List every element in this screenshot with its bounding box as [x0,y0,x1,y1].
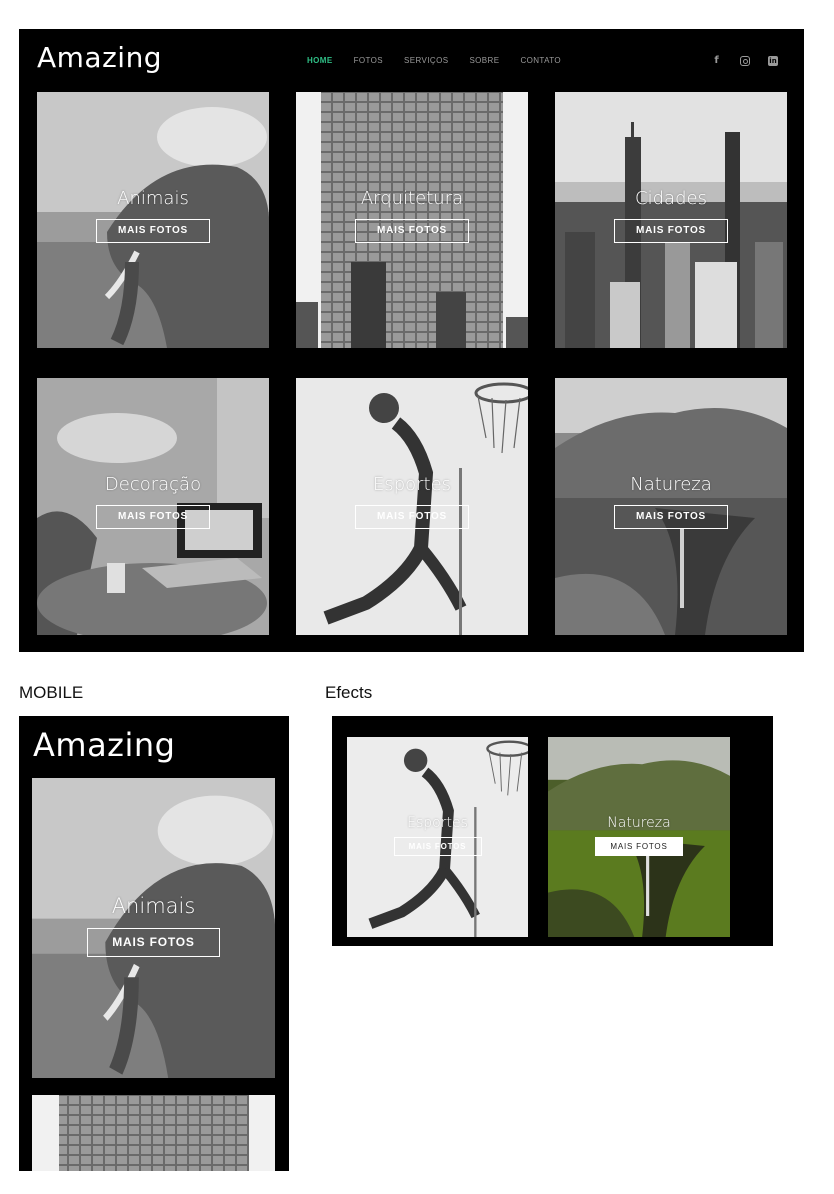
gallery-card-decoracao[interactable]: Decoração MAIS FOTOS [37,378,269,635]
card-title: Animais [111,894,196,918]
gallery-card-esportes-hover[interactable]: Esportes MAIS FOTOS [347,737,528,937]
card-title: Esportes [372,474,452,495]
card-title: Arquitetura [360,188,464,209]
more-photos-button[interactable]: MAIS FOTOS [355,505,469,529]
more-photos-button[interactable]: MAIS FOTOS [87,928,220,957]
effects-section-label: Efects [325,683,373,702]
card-title: Cidades [635,188,707,209]
more-photos-button[interactable]: MAIS FOTOS [614,219,728,243]
more-photos-button[interactable]: MAIS FOTOS [595,837,683,856]
gallery-card-esportes[interactable]: Esportes MAIS FOTOS [296,378,528,635]
nav-sobre[interactable]: SOBRE [469,56,499,65]
more-photos-button[interactable]: MAIS FOTOS [96,505,210,529]
mobile-preview: Amazing Animais MAIS FOTOS [19,716,289,1171]
gallery-card-natureza[interactable]: Natureza MAIS FOTOS [555,378,787,635]
site-logo[interactable]: Amazing [37,41,162,74]
desktop-preview: Amazing HOME FOTOS SERVIÇOS SOBRE CONTAT… [19,29,804,652]
mobile-section-label: MOBILE [19,683,84,702]
card-title: Animais [117,188,189,209]
more-photos-button[interactable]: MAIS FOTOS [393,837,482,856]
instagram-icon[interactable] [740,55,750,66]
nav-fotos[interactable]: FOTOS [354,56,383,65]
more-photos-button[interactable]: MAIS FOTOS [355,219,469,243]
gallery-card-animais[interactable]: Animais MAIS FOTOS [37,92,269,348]
effects-preview: Esportes MAIS FOTOS Natureza MAIS FOTOS [332,716,773,946]
gallery-card-arquitetura-partial[interactable] [32,1095,275,1171]
more-photos-button[interactable]: MAIS FOTOS [96,219,210,243]
architecture-photo [32,1095,275,1171]
card-title: Decoração [104,474,202,495]
more-photos-button[interactable]: MAIS FOTOS [614,505,728,529]
social-links: f in [711,55,778,66]
gallery-card-arquitetura[interactable]: Arquitetura MAIS FOTOS [296,92,528,348]
site-logo[interactable]: Amazing [33,726,175,764]
nav-contato[interactable]: CONTATO [520,56,561,65]
gallery-card-animais[interactable]: Animais MAIS FOTOS [32,778,275,1078]
linkedin-icon[interactable]: in [768,55,778,66]
card-title: Esportes [407,815,468,831]
nav-home[interactable]: HOME [307,56,333,65]
gallery-card-natureza-hover[interactable]: Natureza MAIS FOTOS [548,737,730,937]
nav-servicos[interactable]: SERVIÇOS [404,56,448,65]
card-title: Natureza [607,815,671,831]
facebook-icon[interactable]: f [711,55,722,66]
main-nav: HOME FOTOS SERVIÇOS SOBRE CONTATO [307,56,582,65]
card-title: Natureza [630,474,712,495]
gallery-card-cidades[interactable]: Cidades MAIS FOTOS [555,92,787,348]
